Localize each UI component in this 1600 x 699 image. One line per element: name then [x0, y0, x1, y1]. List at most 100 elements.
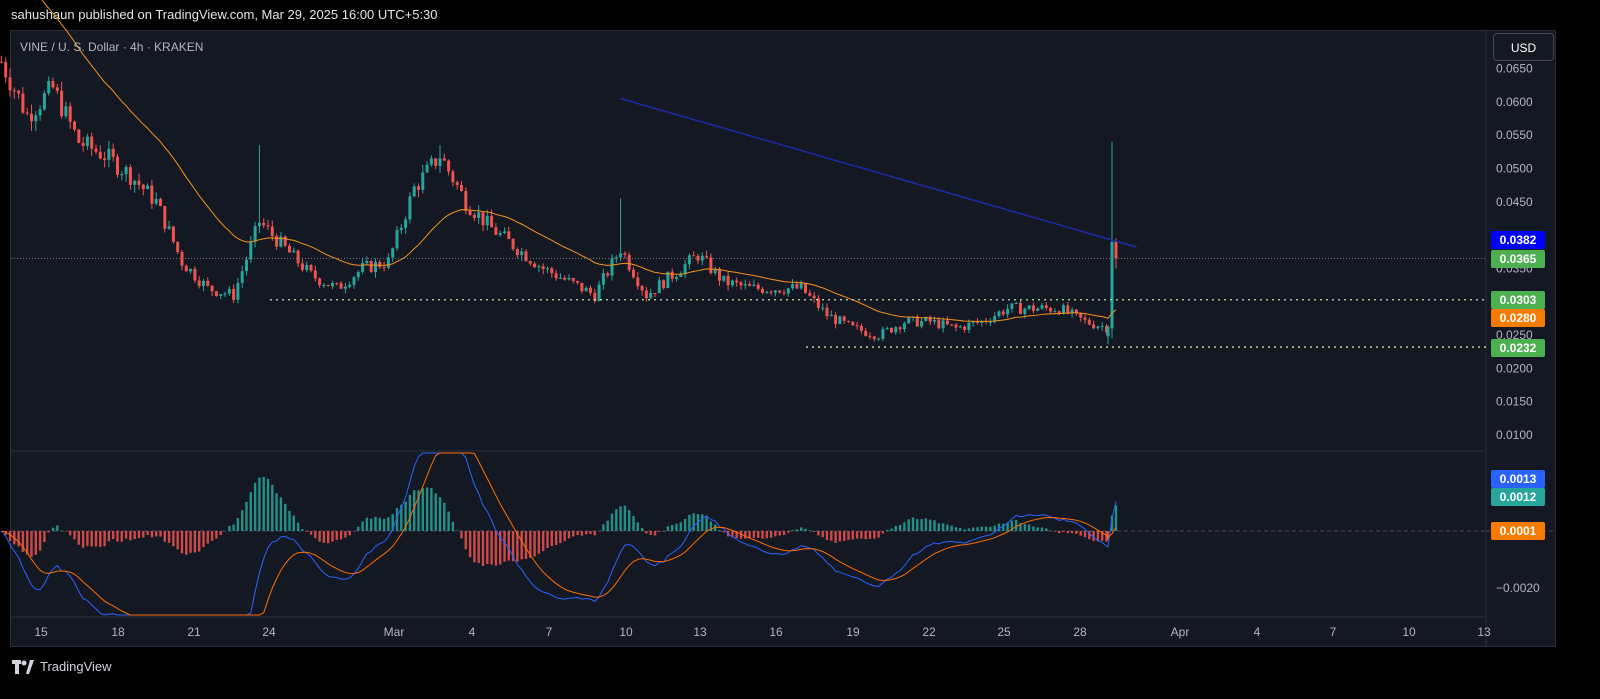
candle-body	[533, 263, 537, 268]
macd-histogram-bar	[486, 531, 489, 564]
macd-histogram	[0, 476, 1118, 566]
indicator-label-text: 0.0013	[1500, 472, 1537, 486]
macd-histogram-bar	[924, 518, 928, 531]
macd-histogram-bar	[606, 520, 609, 531]
indicator-label-text: 0.0012	[1500, 490, 1537, 504]
macd-histogram-bar	[774, 531, 777, 537]
macd-histogram-bar	[232, 524, 235, 531]
candle-body	[967, 322, 971, 330]
macd-histogram-bar	[722, 531, 725, 533]
tradingview-logo[interactable]: TradingView	[12, 659, 112, 674]
candle-body	[90, 136, 94, 149]
candle-body	[524, 251, 528, 262]
candle-body	[601, 273, 605, 285]
candle-body	[619, 253, 623, 258]
macd-histogram-bar	[198, 531, 201, 552]
time-axis-tick: Apr	[1171, 625, 1190, 639]
macd-histogram-bar	[17, 531, 20, 547]
macd-histogram-bar	[262, 476, 265, 531]
macd-histogram-bar	[56, 525, 59, 531]
macd-histogram-bar	[279, 497, 283, 531]
currency-button[interactable]: USD	[1493, 33, 1554, 61]
macd-histogram-bar	[107, 531, 111, 542]
symbol-legend[interactable]: VINE / U. S. Dollar · 4h · KRAKEN	[20, 40, 203, 54]
candle-body	[425, 164, 429, 173]
macd-histogram-bar	[554, 531, 558, 546]
candle-body	[98, 151, 102, 159]
macd-histogram-bar	[1058, 531, 1061, 534]
candle-body	[369, 261, 373, 273]
candle-body	[77, 129, 81, 143]
macd-histogram-bar	[894, 526, 897, 531]
candle-body	[103, 158, 107, 160]
candle-body	[515, 249, 519, 256]
candle-body	[365, 261, 369, 264]
macd-histogram-bar	[236, 518, 240, 531]
candle-body	[176, 241, 180, 252]
candle-body	[464, 191, 468, 211]
candle-body	[584, 287, 588, 292]
candle-body	[1006, 308, 1010, 315]
indicator-axis-label: 0.0001	[1491, 522, 1545, 540]
macd-histogram-bar	[271, 484, 274, 531]
time-axis-tick: 22	[922, 625, 936, 639]
candle-body	[107, 148, 111, 160]
candle-body	[128, 167, 132, 185]
macd-histogram-bar	[559, 531, 562, 543]
candle-body	[124, 167, 128, 175]
candle-body	[670, 271, 674, 279]
macd-histogram-bar	[1053, 531, 1057, 532]
candle-body	[1096, 326, 1100, 329]
candle-body	[653, 293, 657, 295]
macd-histogram-bar	[890, 528, 893, 531]
candle-body	[490, 215, 494, 228]
candle-body	[111, 148, 115, 157]
candle-body	[477, 212, 481, 218]
candle-body	[890, 327, 893, 333]
macd-histogram-bar	[494, 531, 498, 566]
candle-body	[116, 156, 119, 175]
macd-histogram-bar	[623, 505, 627, 531]
candle-body	[73, 121, 76, 130]
candle-body	[193, 268, 197, 281]
macd-histogram-bar	[331, 531, 334, 542]
macd-histogram-bar	[163, 531, 166, 542]
candle-body	[825, 307, 829, 317]
candle-body	[442, 158, 446, 161]
time-axis-tick: 28	[1073, 625, 1087, 639]
tradingview-logo-icon	[12, 659, 34, 674]
macd-histogram-bar	[941, 523, 945, 531]
candle-body	[189, 268, 193, 272]
macd-histogram-bar	[563, 531, 566, 542]
candle-body	[769, 291, 773, 293]
macd-histogram-bar	[322, 531, 326, 544]
macd-histogram-bar	[361, 521, 364, 531]
candle-body	[950, 324, 954, 326]
time-axis-tick: 18	[111, 625, 125, 639]
candle-body	[240, 271, 244, 283]
candle-body	[786, 288, 790, 294]
macd-histogram-bar	[705, 515, 708, 531]
time-axis-tick: 10	[1402, 625, 1416, 639]
price-axis-label: 0.0303	[1491, 291, 1545, 309]
candle-body	[718, 268, 721, 281]
time-axis-tick: Mar	[384, 625, 405, 639]
candle-body	[765, 291, 769, 293]
macd-histogram-bar	[146, 531, 149, 536]
macd-histogram-bar	[851, 531, 854, 540]
macd-histogram-bar	[172, 531, 175, 547]
price-chart-canvas[interactable]: 0.06500.06000.05500.05000.04500.03500.02…	[0, 0, 1600, 699]
candle-body	[4, 62, 8, 78]
macd-histogram-bar	[765, 531, 768, 539]
macd-histogram-bar	[911, 517, 915, 531]
price-axis-label: 0.0382	[1491, 231, 1545, 249]
macd-histogram-bar	[984, 526, 988, 531]
macd-histogram-bar	[640, 527, 644, 531]
candle-body	[85, 136, 89, 146]
candle-body	[1074, 309, 1078, 313]
candle-body	[847, 320, 850, 322]
time-axis-tick: 13	[1477, 625, 1491, 639]
macd-histogram-bar	[701, 514, 704, 531]
macd-histogram-bar	[34, 531, 37, 555]
candle-body	[25, 112, 29, 114]
